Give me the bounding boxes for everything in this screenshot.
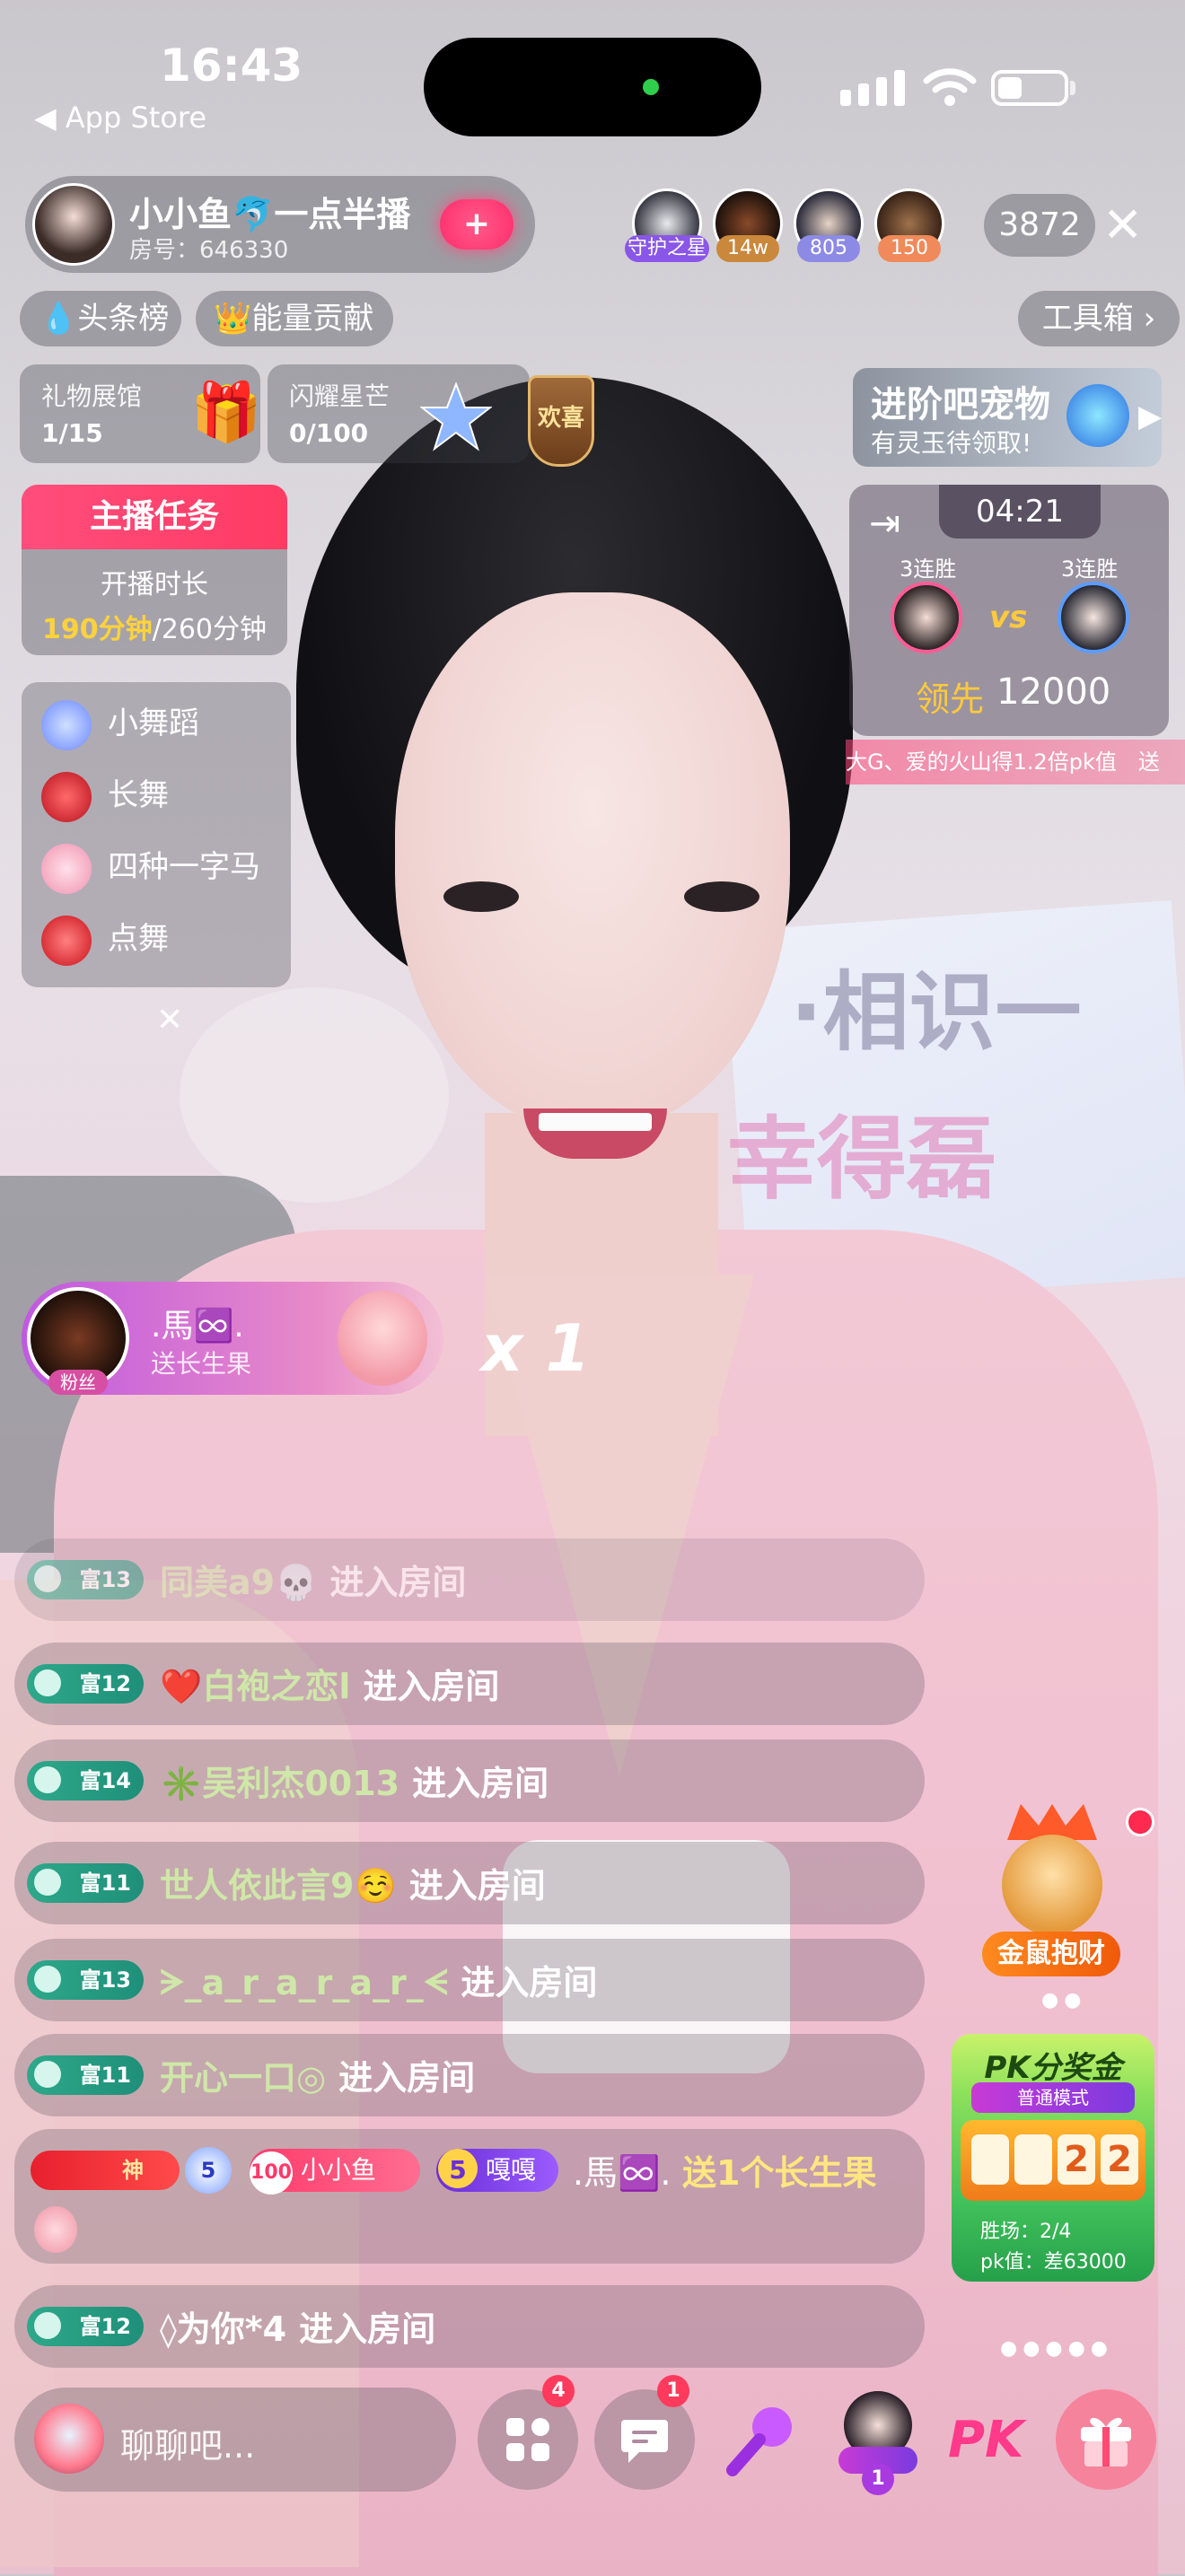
microphone-icon xyxy=(726,2407,792,2476)
host-card[interactable]: 小小鱼🐬一点半播 房号：646330 + xyxy=(25,176,535,273)
gift-combo: x 1 xyxy=(481,1310,591,1386)
pet-banner[interactable]: 进阶吧宠物 有灵玉待领取! ▶ xyxy=(853,368,1162,467)
viewer-badge: 14w xyxy=(716,235,779,262)
microphone-button[interactable] xyxy=(716,2396,806,2486)
status-time: 16:43 xyxy=(160,39,303,92)
pk-left-avatar[interactable] xyxy=(891,582,962,653)
host-task-panel[interactable]: 主播任务 开播时长 190分钟/260分钟 xyxy=(22,485,287,655)
pet-jade-icon xyxy=(1066,384,1129,447)
battery-icon xyxy=(991,70,1068,106)
notification-dot xyxy=(1126,1808,1154,1836)
club-badge: 5 嘎嘎 xyxy=(436,2149,558,2192)
bunny-icon xyxy=(41,843,92,894)
streamer-eye xyxy=(443,881,519,912)
toolbox-button[interactable]: 工具箱 › xyxy=(1018,291,1180,346)
mic-seat-badge: 1 xyxy=(862,2463,894,2495)
close-dance-menu-icon[interactable]: ✕ xyxy=(156,1002,183,1038)
mouse-icon xyxy=(1002,1835,1102,1935)
carousel-dots: ●● xyxy=(1041,1989,1087,2011)
fan-tag: 粉丝 xyxy=(48,1370,108,1395)
welcome-badge[interactable]: 欢喜 xyxy=(528,375,594,467)
pk-button[interactable]: PK xyxy=(948,2411,1023,2469)
star-card[interactable]: 闪耀星芒 0/100 xyxy=(268,364,530,463)
golden-mouse-label[interactable]: 金鼠抱财 xyxy=(982,1932,1120,1976)
message-icon xyxy=(621,2420,668,2463)
chat-message[interactable]: 富13 ᗒ_a_r_a_r_a_r_ᗕ 进入房间 xyxy=(14,1939,925,2021)
room-id: 房号：646330 xyxy=(129,237,289,264)
back-to-app-store[interactable]: ◀ App Store xyxy=(34,101,206,135)
viewer-count[interactable]: 3872 xyxy=(984,194,1095,257)
level-badge: 5 xyxy=(185,2147,232,2194)
gift-box-icon: 🎁 xyxy=(190,380,262,446)
chat-message[interactable]: 富11 世人依此言9☺️ 进入房间 xyxy=(14,1842,925,1924)
arrow-right-icon: ▶ xyxy=(1138,399,1163,434)
drop-icon: 💧 xyxy=(40,301,78,337)
follow-button[interactable]: + xyxy=(440,199,514,250)
carousel-dots: ●●●●● xyxy=(1000,2337,1113,2360)
peach-icon xyxy=(34,2206,77,2253)
camera-indicator-icon xyxy=(643,79,659,95)
streamer-face xyxy=(395,592,790,1131)
viewer-badge: 守护之星 xyxy=(625,235,709,262)
streamer-teeth xyxy=(539,1113,652,1131)
gift-hall-card[interactable]: 礼物展馆 1/15 🎁 xyxy=(20,364,262,463)
peach-gift-icon xyxy=(338,1291,427,1386)
pk-prize-card[interactable]: PK分奖金 普通模式 2 2 胜场：2/4 pk值：差63000 xyxy=(952,2034,1154,2282)
gift-chat-message[interactable]: 神 5 100 小小鱼 5 嘎嘎 .馬♾️. 送1个长生果 xyxy=(14,2129,925,2264)
lips-icon xyxy=(41,771,92,822)
chat-message[interactable]: 富14 ✳️吴利杰0013 进入房间 xyxy=(14,1739,925,1822)
viewer-badge: 150 xyxy=(878,235,941,262)
wifi-icon xyxy=(923,68,977,106)
headlines-chip[interactable]: 💧头条榜 xyxy=(20,291,181,346)
pk-ticker: 大G、爱的火山得1.2倍pk值 送 xyxy=(846,740,1185,784)
crown-icon: 👑 xyxy=(214,301,252,337)
chat-message[interactable]: 富12 ❤️白袍之恋l 进入房间 xyxy=(14,1643,925,1725)
chat-message[interactable]: 富13 同美a9💀 进入房间 xyxy=(14,1538,925,1621)
fan-club-badge: 100 小小鱼 xyxy=(250,2149,420,2195)
close-icon[interactable]: ✕ xyxy=(1102,194,1143,257)
chat-message[interactable]: 富11 开心一口◎ 进入房间 xyxy=(14,2034,925,2116)
host-name: 小小鱼🐬一点半播 xyxy=(129,195,411,234)
robot-assistant-icon[interactable] xyxy=(34,2404,104,2474)
pk-timer: 04:21 xyxy=(939,485,1101,539)
streamer-eye xyxy=(684,881,759,912)
star-icon xyxy=(420,381,492,451)
energy-chip[interactable]: 👑能量贡献 xyxy=(196,291,393,346)
gift-banner[interactable]: 粉丝 .馬♾️. 送长生果 xyxy=(22,1282,443,1395)
dance-menu: 小舞蹈 长舞 四种一字马 点舞 xyxy=(22,682,291,987)
dynamic-island xyxy=(424,38,761,136)
grid-icon xyxy=(506,2418,549,2461)
messages-badge: 1 xyxy=(657,2375,689,2407)
viewer-badge: 805 xyxy=(797,235,860,262)
exit-icon[interactable]: ⇥ xyxy=(869,501,900,545)
dance-item[interactable]: 点舞 xyxy=(41,910,169,968)
god-badge: 神 xyxy=(31,2151,180,2190)
pk-panel[interactable]: ⇥ 04:21 3连胜 3连胜 vs 领先 12000 xyxy=(849,485,1169,736)
chat-input[interactable]: 聊聊吧... xyxy=(14,2388,456,2492)
chat-message[interactable]: 富12 ◊为你*4 进入房间 xyxy=(14,2285,925,2368)
dance-item[interactable]: 小舞蹈 xyxy=(41,695,199,752)
dance-item[interactable]: 四种一字马 xyxy=(41,838,260,896)
background-poster-text: ·相识一 xyxy=(790,962,1082,1063)
crystal-shoe-icon xyxy=(41,699,92,750)
gift-icon xyxy=(1081,2417,1131,2466)
pk-right-avatar[interactable] xyxy=(1058,582,1129,653)
gift-button[interactable] xyxy=(1056,2389,1156,2490)
cellular-signal-icon xyxy=(840,70,905,106)
host-avatar[interactable] xyxy=(32,183,115,266)
sports-car-icon xyxy=(41,915,92,966)
mic-seat-button[interactable]: 1 xyxy=(831,2391,925,2495)
dance-item[interactable]: 长舞 xyxy=(41,767,169,824)
background-lamp xyxy=(180,987,449,1203)
apps-badge: 4 xyxy=(542,2375,575,2407)
background-poster-text: 幸得磊 xyxy=(727,1107,996,1212)
